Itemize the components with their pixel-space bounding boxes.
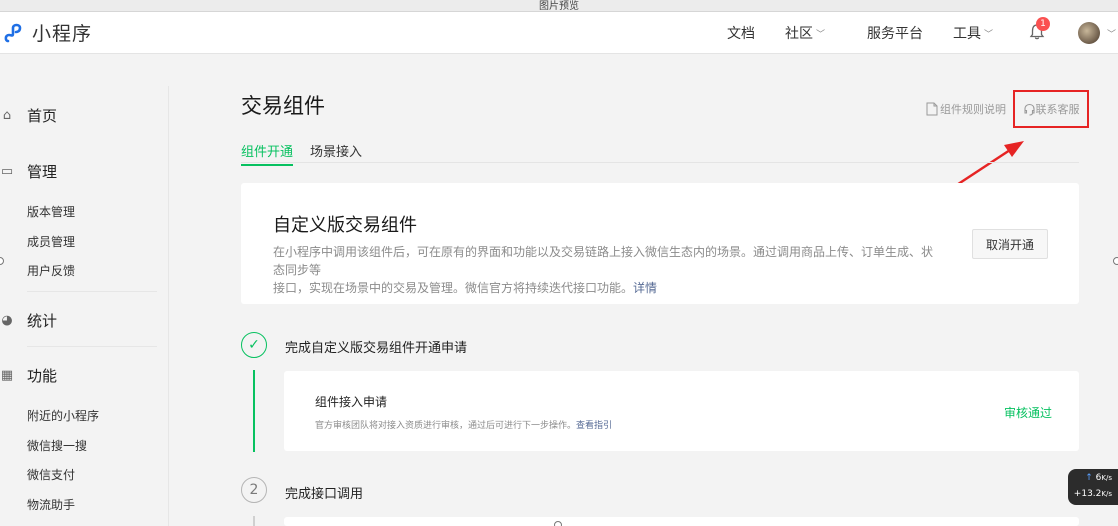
download-speed-value: +13.2 [1073,489,1102,499]
download-speed-unit: K/s [1101,490,1112,498]
step-connector [253,370,255,452]
intro-card: 自定义版交易组件 在小程序中调用该组件后，可在原有的界面和功能以及交易链路上接入… [241,183,1079,304]
guide-link[interactable]: 查看指引 [576,421,612,431]
upload-speed-unit: K/s [1101,474,1112,482]
viewer-edge-handle[interactable] [554,521,562,526]
card-description: 在小程序中调用该组件后，可在原有的界面和功能以及交易链路上接入微信生态内的场景。… [273,243,933,297]
tab-scene-integration[interactable]: 场景接入 [310,141,362,160]
card-title: 自定义版交易组件 [273,215,417,236]
sub-step-title: 组件接入申请 [315,395,388,409]
upload-speed: ↑ 6K/s [1085,473,1112,483]
card-description-line: 接口，实现在场景中的交易及管理。微信官方将持续迭代接口功能。 [273,281,634,295]
step-title: 完成接口调用 [285,487,364,502]
step-connector [253,516,255,526]
status-badge: 审核通过 [1004,406,1053,420]
step-number: 2 [241,477,267,503]
download-speed: +13.2K/s [1074,489,1112,499]
step-title: 完成自定义版交易组件开通申请 [285,341,468,356]
sub-step-description-text: 官方审核团队将对接入资质进行审核，通过后可进行下一步操作。 [315,421,577,431]
tab-bar: 组件开通 场景接入 [241,140,1079,166]
network-speed-widget: ↑ 6K/s +13.2K/s [1068,469,1118,505]
tab-component-activation[interactable]: 组件开通 [241,141,294,166]
sub-step-card: 组件接入申请 官方审核团队将对接入资质进行审核，通过后可进行下一步操作。查看指引… [284,371,1079,451]
viewer-edge-handle[interactable] [1113,257,1118,265]
card-description-line: 在小程序中调用该组件后，可在原有的界面和功能以及交易链路上接入微信生态内的场景。… [273,245,934,277]
cancel-activation-button[interactable]: 取消开通 [972,229,1048,259]
step-done-icon: ✓ [241,332,267,358]
sub-step-description: 官方审核团队将对接入资质进行审核，通过后可进行下一步操作。查看指引 [315,418,612,431]
details-link[interactable]: 详情 [633,281,657,295]
sub-step-card [284,517,1079,526]
